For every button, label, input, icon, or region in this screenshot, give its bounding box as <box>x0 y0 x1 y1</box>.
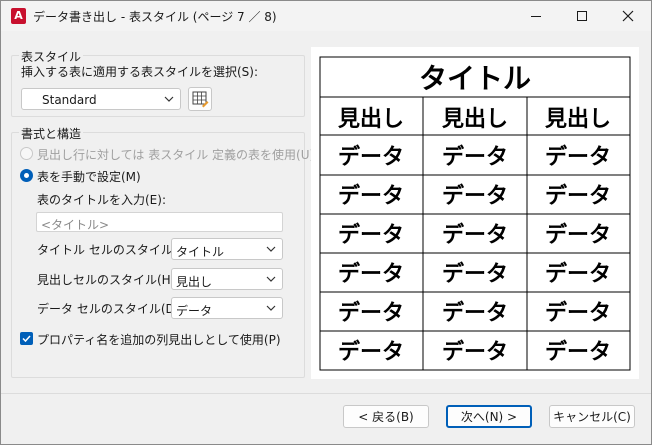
preview-data-cell: データ <box>442 183 508 209</box>
data-cell-style-value: データ <box>176 304 213 318</box>
minimize-icon <box>531 15 541 17</box>
use-table-style-radio[interactable] <box>20 147 33 160</box>
table-title-prompt: 表のタイトルを入力(E): <box>37 193 166 207</box>
table-style-prompt: 挿入する表に適用する表スタイルを選択(S): <box>21 65 259 79</box>
table-title-placeholder: <タイトル> <box>41 218 110 232</box>
preview-data-cell: データ <box>545 222 611 248</box>
preview-title: タイトル <box>419 62 531 95</box>
preview-data-cell: データ <box>338 339 404 365</box>
maximize-icon <box>577 11 587 21</box>
preview-header-cell: 見出し <box>442 107 508 132</box>
chevron-down-icon <box>266 305 276 311</box>
preview-data-cell: データ <box>545 261 611 287</box>
use-table-style-label: 見出し行に対しては 表スタイル 定義の表を使用(U) <box>37 148 315 162</box>
preview-header-cell: 見出し <box>338 107 404 132</box>
table-title-input[interactable]: <タイトル> <box>36 212 283 232</box>
table-preview-graphic: タイトル 見出し 見出し 見出し データ データ データ データ データ データ… <box>319 56 631 371</box>
back-button[interactable]: < 戻る(B) <box>343 405 429 428</box>
preview-data-cell: データ <box>338 261 404 287</box>
preview-data-cell: データ <box>442 261 508 287</box>
preview-data-cell: データ <box>442 144 508 170</box>
preview-data-cell: データ <box>545 300 611 326</box>
dialog-window: A データ書き出し - 表スタイル (ページ 7 ／ 8) 表スタイル 挿入する… <box>0 0 652 445</box>
minimize-button[interactable] <box>513 1 559 31</box>
preview-data-cell: データ <box>442 339 508 365</box>
table-style-select[interactable]: Standard <box>21 88 181 110</box>
manual-setup-radio[interactable] <box>20 169 33 182</box>
window-title: データ書き出し - 表スタイル (ページ 7 ／ 8) <box>33 10 277 24</box>
table-style-select-value: Standard <box>42 93 97 107</box>
preview-data-cell: データ <box>545 339 611 365</box>
header-cell-style-label: 見出しセルのスタイル(H): <box>37 273 180 287</box>
data-cell-style-label: データ セルのスタイル(D): <box>37 302 184 316</box>
next-button[interactable]: 次へ(N) > <box>446 405 532 428</box>
property-name-checkbox-label: プロパティ名を追加の列見出しとして使用(P) <box>37 333 281 347</box>
app-logo-icon: A <box>11 8 26 24</box>
preview-data-cell: データ <box>338 144 404 170</box>
title-bar[interactable]: A データ書き出し - 表スタイル (ページ 7 ／ 8) <box>1 1 651 31</box>
maximize-button[interactable] <box>559 1 605 31</box>
title-cell-style-value: タイトル <box>176 245 225 259</box>
title-cell-style-select[interactable]: タイトル <box>171 238 283 260</box>
close-icon <box>622 10 634 22</box>
preview-data-cell: データ <box>338 183 404 209</box>
preview-data-cell: データ <box>338 222 404 248</box>
table-preview: タイトル 見出し 見出し 見出し データ データ データ データ データ データ… <box>311 47 639 379</box>
chevron-down-icon <box>164 96 174 102</box>
preview-data-cell: データ <box>545 144 611 170</box>
table-edit-icon <box>192 91 209 108</box>
chevron-down-icon <box>266 246 276 252</box>
property-name-checkbox[interactable] <box>20 332 33 345</box>
header-cell-style-value: 見出し <box>176 275 213 289</box>
preview-data-cell: データ <box>442 222 508 248</box>
table-style-dialog-button[interactable] <box>188 87 212 111</box>
header-cell-style-select[interactable]: 見出し <box>171 268 283 290</box>
preview-data-cell: データ <box>545 183 611 209</box>
manual-setup-label: 表を手動で設定(M) <box>37 170 141 184</box>
preview-header-cell: 見出し <box>545 107 611 132</box>
close-button[interactable] <box>605 1 651 31</box>
checkmark-icon <box>22 335 31 343</box>
footer-divider <box>1 393 651 394</box>
chevron-down-icon <box>266 276 276 282</box>
preview-data-cell: データ <box>338 300 404 326</box>
cancel-button[interactable]: キャンセル(C) <box>549 405 635 428</box>
data-cell-style-select[interactable]: データ <box>171 297 283 319</box>
preview-data-cell: データ <box>442 300 508 326</box>
format-structure-heading: 書式と構造 <box>19 125 84 142</box>
